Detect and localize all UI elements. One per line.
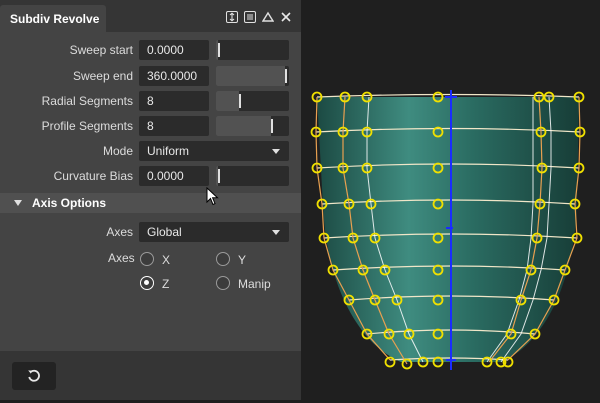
radio-x[interactable] [140,252,154,266]
radio-x-label: X [162,253,171,267]
panel-footer [0,351,301,400]
mode-dropdown[interactable]: Uniform [139,141,289,161]
sweep-end-row: Sweep end 360.0000 [0,66,301,86]
mode-row: Mode Uniform [0,141,301,161]
radio-y[interactable] [216,252,230,266]
radial-segments-row: Radial Segments 8 [0,91,301,111]
radial-segments-slider[interactable] [216,91,289,111]
subdiv-revolve-panel: Subdiv Revolve Sweep start 0.0000 Sweep … [0,0,301,400]
close-icon[interactable] [279,10,293,24]
radio-z-label: Z [162,277,170,291]
sweep-start-input[interactable]: 0.0000 [139,40,209,60]
arrows-vertical-icon[interactable] [225,10,239,24]
triangle-up-icon[interactable] [261,10,275,24]
radio-z[interactable] [140,276,154,290]
radio-manip-label: Manip [238,277,271,291]
revolved-mesh [310,90,586,370]
curvature-bias-row: Curvature Bias 0.0000 [0,166,301,186]
3d-viewport[interactable] [301,0,600,400]
reset-icon [28,369,40,382]
radio-y-label: Y [238,253,247,267]
sweep-end-label: Sweep end [72,69,133,83]
sweep-start-slider[interactable] [216,40,289,60]
radio-manip[interactable] [216,276,230,290]
profile-segments-row: Profile Segments 8 [0,116,301,136]
curvature-bias-slider[interactable] [216,166,289,186]
profile-segments-slider[interactable] [216,116,289,136]
profile-segments-label: Profile Segments [41,119,133,133]
reset-button[interactable] [12,362,56,390]
axes-dropdown-label: Axes [106,225,133,239]
axis-options-header[interactable]: Axis Options [0,193,301,213]
hamburger-menu-icon[interactable] [243,10,257,24]
mode-label: Mode [102,144,133,158]
sweep-end-input[interactable]: 360.0000 [139,66,209,86]
axes-radio-label: Axes [108,251,135,265]
profile-segments-input[interactable]: 8 [139,116,209,136]
chevron-down-icon [272,149,280,154]
tab-title: Subdiv Revolve [10,12,100,26]
axes-dropdown-row: Axes Global [0,222,301,242]
axes-dropdown[interactable]: Global [139,222,289,242]
axis-options-title: Axis Options [32,196,107,210]
expand-triangle-icon [14,200,22,206]
tab-subdiv-revolve[interactable]: Subdiv Revolve [0,5,106,32]
curvature-bias-input[interactable]: 0.0000 [139,166,209,186]
radial-segments-input[interactable]: 8 [139,91,209,111]
chevron-down-icon [272,230,280,235]
sweep-start-label: Sweep start [69,43,133,57]
tab-bar: Subdiv Revolve [0,0,301,32]
mouse-cursor-icon [206,186,220,210]
sweep-start-row: Sweep start 0.0000 [0,40,301,60]
sweep-end-slider[interactable] [216,66,289,86]
radial-segments-label: Radial Segments [41,94,133,108]
curvature-bias-label: Curvature Bias [53,169,133,183]
